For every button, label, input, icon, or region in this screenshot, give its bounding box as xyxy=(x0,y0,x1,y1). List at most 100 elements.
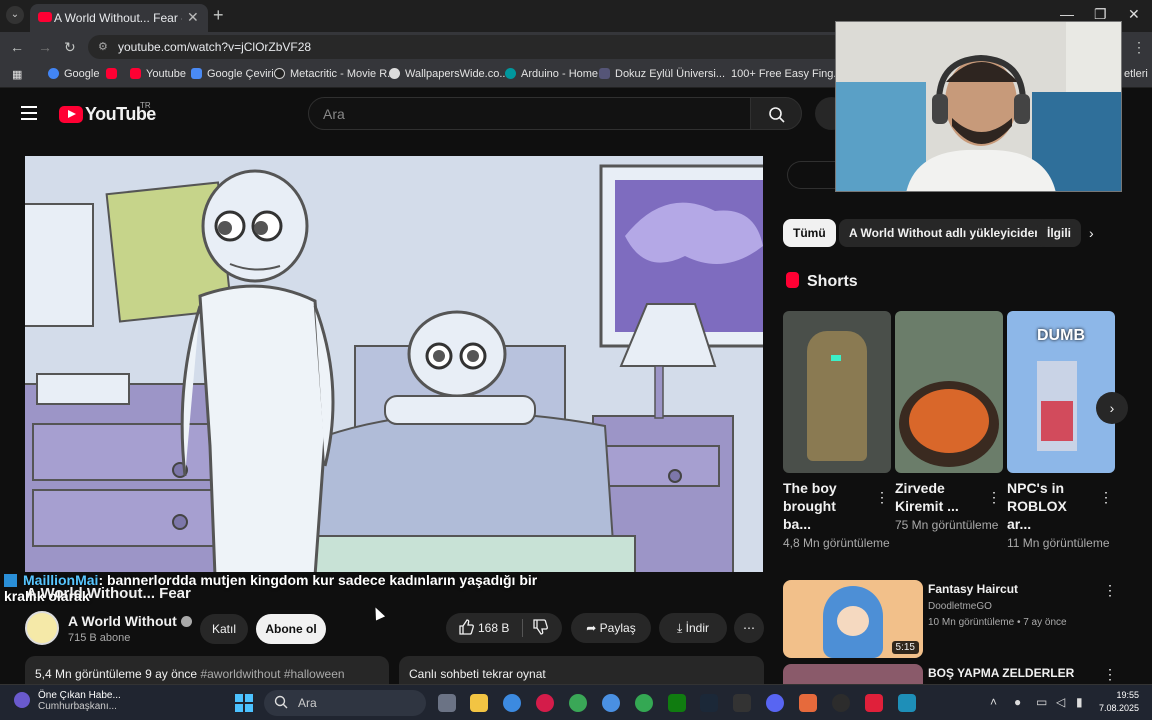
short-title[interactable]: Zirvede Kiremit ... xyxy=(895,479,975,515)
dislike-icon[interactable] xyxy=(532,619,548,635)
bookmark-wallpaperswide[interactable]: WallpapersWide.co... xyxy=(389,68,509,80)
bookmark-fingerstyle[interactable]: 100+ Free Easy Fing... xyxy=(731,68,843,80)
related-title[interactable]: Fantasy Haircut xyxy=(928,582,1018,596)
like-dislike-group: 168 B xyxy=(446,613,562,643)
short-more-icon[interactable]: ⋮ xyxy=(987,489,1001,506)
reload-icon[interactable]: ↻ xyxy=(64,39,76,56)
channel-avatar[interactable] xyxy=(25,611,59,645)
download-button[interactable]: ⤓ İndir xyxy=(659,613,727,643)
taskbar-search[interactable]: Ara xyxy=(264,690,426,716)
google-icon xyxy=(48,68,59,79)
related-thumbnail[interactable] xyxy=(783,664,923,684)
close-tab-icon[interactable]: ✕ xyxy=(187,9,199,26)
bookmark-google-ceviri[interactable]: Google Çeviri xyxy=(191,68,274,80)
task-view-icon[interactable] xyxy=(438,694,456,712)
chip-all[interactable]: Tümü xyxy=(783,219,836,247)
new-tab-icon[interactable]: + xyxy=(213,5,224,26)
chrome-profile-icon[interactable] xyxy=(569,694,587,712)
close-window-icon[interactable]: ✕ xyxy=(1128,6,1140,23)
related-more-icon[interactable]: ⋮ xyxy=(1103,582,1117,599)
short-title[interactable]: NPC's in ROBLOX ar... xyxy=(1007,479,1087,533)
bookmark-google[interactable]: Google xyxy=(48,68,99,80)
search-input[interactable]: Ara xyxy=(308,97,751,130)
system-clock[interactable]: 19:55 7.08.2025 xyxy=(1097,689,1139,715)
like-count[interactable]: 168 B xyxy=(478,621,509,635)
related-video-item[interactable]: BOŞ YAPMA ZELDERLER ⋮ xyxy=(783,664,1123,684)
hashtags[interactable]: #aworldwithout #halloween xyxy=(200,667,344,681)
tab-active[interactable]: A World Without... Fear - Yo ✕ xyxy=(30,4,208,32)
chips-next-icon[interactable]: › xyxy=(1089,225,1094,241)
search-icon xyxy=(769,107,785,123)
like-icon[interactable] xyxy=(458,619,474,635)
share-button[interactable]: ➦ Paylaş xyxy=(571,613,651,643)
forward-icon[interactable]: → xyxy=(38,39,52,55)
short-item[interactable]: DUMB NPC's in ROBLOX ar... 11 Mn görüntü… xyxy=(1007,311,1115,552)
short-thumbnail[interactable] xyxy=(783,311,891,473)
video-frame-illustration xyxy=(25,156,763,572)
youtube-play-icon xyxy=(59,106,83,123)
chip-related[interactable]: İlgili xyxy=(1037,219,1081,247)
bookmark-arduino[interactable]: Arduino - Home xyxy=(505,68,598,80)
minimize-icon[interactable]: — xyxy=(1060,6,1074,22)
related-title[interactable]: BOŞ YAPMA ZELDERLER xyxy=(928,666,1074,680)
subscribe-button[interactable]: Abone ol xyxy=(256,614,326,644)
youtube-logo[interactable]: YouTube TR xyxy=(59,101,156,125)
windows-start-icon[interactable] xyxy=(235,694,253,712)
bookmark-youtube[interactable]: Youtube xyxy=(130,68,186,80)
bookmark-overflow[interactable]: etleri xyxy=(1124,68,1148,80)
video-player[interactable] xyxy=(25,156,763,572)
youtube-icon xyxy=(130,68,141,79)
chrome-active-icon[interactable] xyxy=(602,694,620,712)
bookmark-dokuz-eylul[interactable]: Dokuz Eylül Üniversi... xyxy=(599,68,725,80)
browser-menu-icon[interactable]: ⋮ xyxy=(1132,39,1146,56)
news-widget[interactable]: Öne Çıkan Habe... Cumhurbaşkanı... xyxy=(14,690,121,712)
battery-icon[interactable]: ▮ xyxy=(1076,695,1083,709)
epic-games-icon[interactable] xyxy=(733,694,751,712)
menu-hamburger-icon[interactable] xyxy=(21,106,37,120)
related-more-icon[interactable]: ⋮ xyxy=(1103,666,1117,683)
file-explorer-icon[interactable] xyxy=(470,694,488,712)
short-views: 11 Mn görüntüleme xyxy=(1007,536,1110,550)
back-icon[interactable]: ← xyxy=(10,39,24,55)
tab-search-icon[interactable]: ⌄ xyxy=(6,6,24,24)
chrome-alt-icon[interactable] xyxy=(635,694,653,712)
chrome-icon[interactable] xyxy=(503,694,521,712)
xbox-icon[interactable] xyxy=(668,694,686,712)
short-more-icon[interactable]: ⋮ xyxy=(1099,489,1113,506)
chip-from-uploader[interactable]: A World Without adlı yükleyiciden xyxy=(839,219,1052,247)
related-thumbnail[interactable]: 5:15 xyxy=(783,580,923,658)
youtube-music-icon[interactable] xyxy=(865,694,883,712)
join-button[interactable]: Katıl xyxy=(200,614,248,644)
volume-icon[interactable]: ◁ xyxy=(1056,695,1065,709)
mic-tray-icon[interactable]: ● xyxy=(1014,695,1021,709)
tray-chevron-icon[interactable]: ˄ xyxy=(990,695,997,709)
app-icon[interactable] xyxy=(799,694,817,712)
short-item[interactable]: The boy brought ba... 4,8 Mn görüntüleme… xyxy=(783,311,891,552)
url-field[interactable]: ⚙ youtube.com/watch?v=jClOrZbVF28 xyxy=(88,35,848,59)
bookmark-youtube-icon-only[interactable] xyxy=(106,68,122,80)
short-views: 4,8 Mn görüntüleme xyxy=(783,536,890,550)
short-item[interactable]: Zirvede Kiremit ... 75 Mn görüntüleme ⋮ xyxy=(895,311,1003,534)
search-button[interactable] xyxy=(750,97,802,130)
short-title[interactable]: The boy brought ba... xyxy=(783,479,863,533)
related-video-item[interactable]: 5:15 Fantasy Haircut DoodletmeGO 10 Mn g… xyxy=(783,580,1123,660)
related-channel[interactable]: DoodletmeGO xyxy=(928,601,992,612)
short-thumb-text: DUMB xyxy=(1037,327,1085,344)
region-code: TR xyxy=(140,101,151,110)
channel-name[interactable]: A World Without xyxy=(68,613,192,629)
discord-icon[interactable] xyxy=(766,694,784,712)
opera-icon[interactable] xyxy=(536,694,554,712)
shorts-next-arrow-icon[interactable]: › xyxy=(1096,392,1128,424)
chat-user-badge-icon xyxy=(4,574,17,587)
short-more-icon[interactable]: ⋮ xyxy=(875,489,889,506)
site-info-icon[interactable]: ⚙ xyxy=(98,40,108,53)
chatgpt-icon[interactable] xyxy=(832,694,850,712)
short-thumbnail[interactable] xyxy=(895,311,1003,473)
network-icon[interactable]: ▭ xyxy=(1036,695,1047,709)
more-actions-icon[interactable]: ⋯ xyxy=(734,613,764,643)
apps-grid-icon[interactable]: ▦ xyxy=(12,68,22,81)
steam-icon[interactable] xyxy=(700,694,718,712)
short-thumbnail[interactable]: DUMB xyxy=(1007,311,1115,473)
vegas-icon[interactable] xyxy=(898,694,916,712)
bookmark-metacritic[interactable]: Metacritic - Movie R... xyxy=(274,68,396,80)
